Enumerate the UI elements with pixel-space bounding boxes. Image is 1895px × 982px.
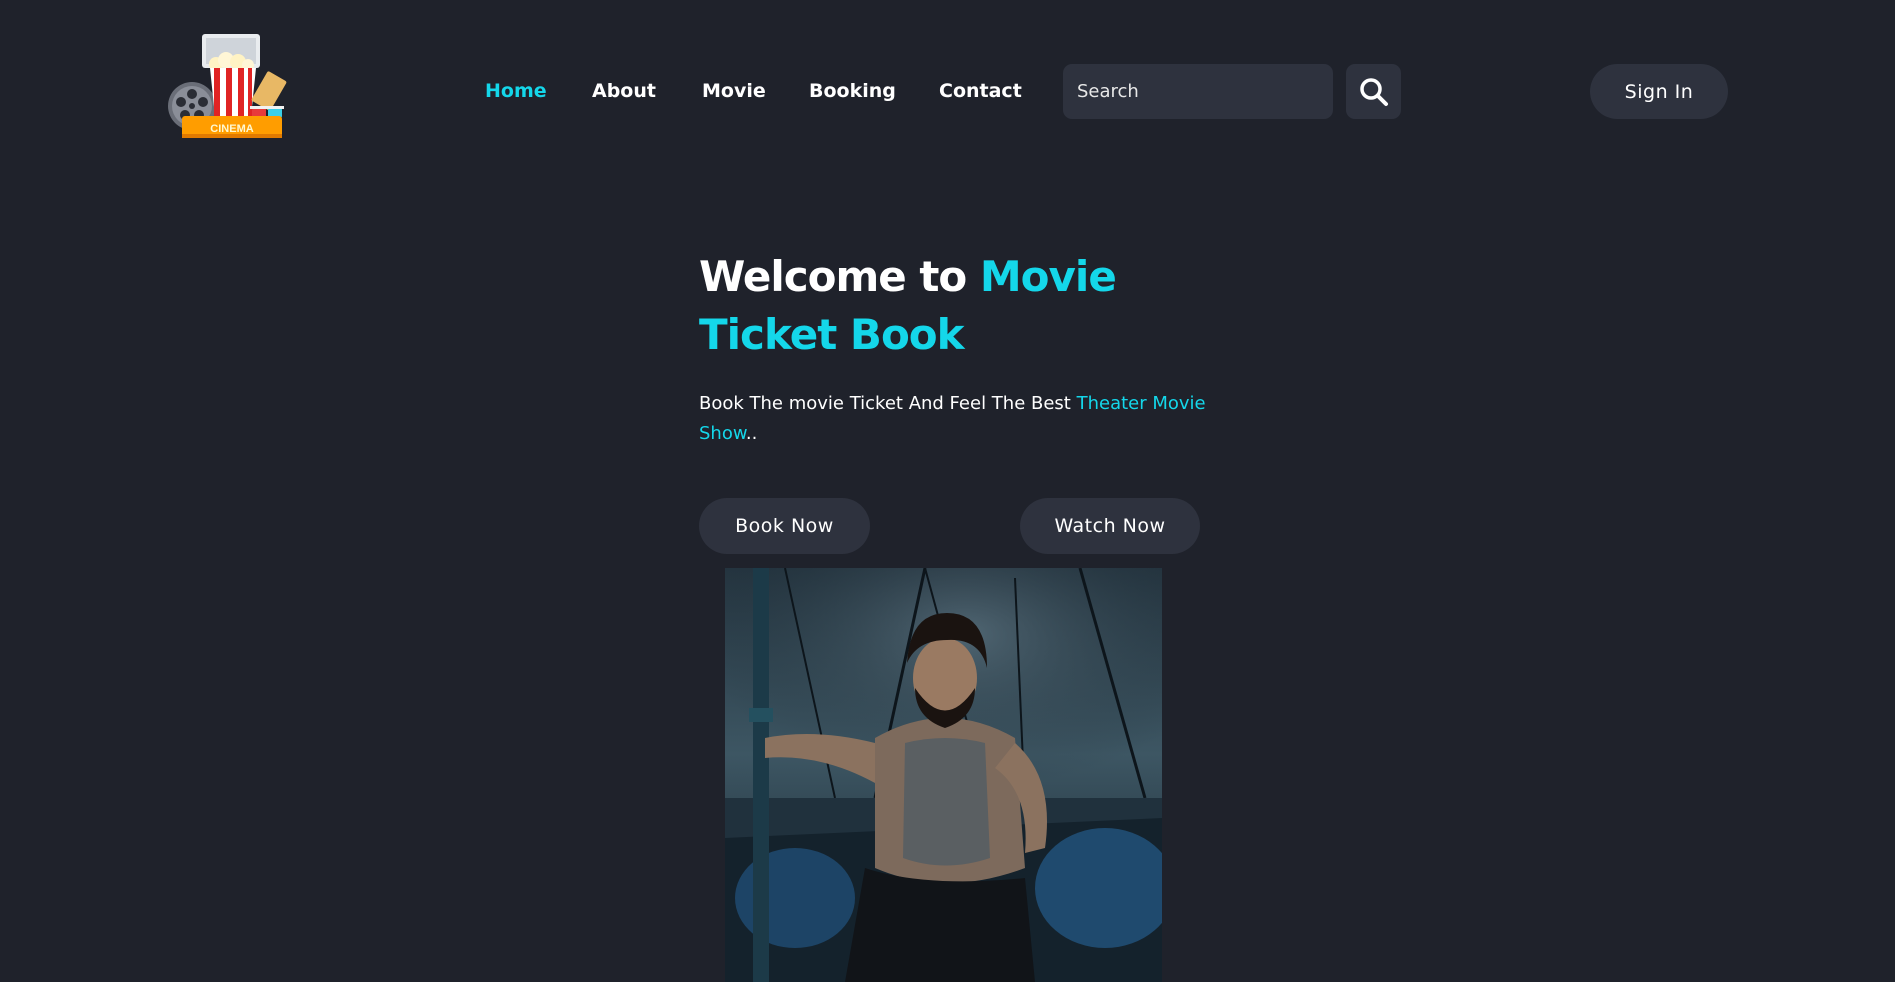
hero-desc-end: ..	[745, 423, 758, 444]
nav-booking[interactable]: Booking	[809, 80, 896, 102]
nav-movie[interactable]: Movie	[702, 80, 766, 102]
logo-text: CINEMA	[210, 123, 253, 135]
search-button[interactable]	[1346, 64, 1401, 119]
watch-now-button[interactable]: Watch Now	[1020, 498, 1200, 554]
cinema-logo[interactable]: CINEMA	[168, 34, 296, 140]
search-icon	[1359, 77, 1388, 106]
search-input[interactable]	[1063, 64, 1333, 119]
nav-home[interactable]: Home	[485, 80, 547, 102]
movie-poster	[725, 568, 1162, 982]
sign-in-button[interactable]: Sign In	[1590, 64, 1728, 119]
hero-title: Welcome to Movie Ticket Book	[699, 248, 1219, 364]
nav-about[interactable]: About	[592, 80, 656, 102]
nav-contact[interactable]: Contact	[939, 80, 1022, 102]
book-now-button[interactable]: Book Now	[699, 498, 870, 554]
hero-title-text: Welcome to	[699, 252, 967, 301]
hero-description: Book The movie Ticket And Feel The Best …	[699, 389, 1219, 449]
hero-desc-text: Book The movie Ticket And Feel The Best	[699, 393, 1071, 414]
